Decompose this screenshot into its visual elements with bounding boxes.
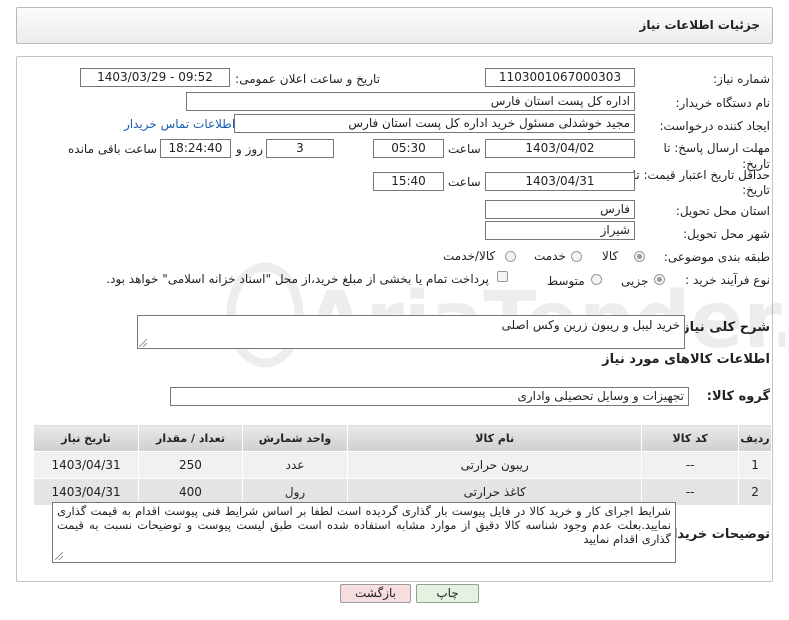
need-number-field[interactable]: 1103001067000303 [485, 68, 635, 87]
announce-datetime-label: تاریخ و ساعت اعلان عمومی: [235, 72, 380, 86]
col-item-code: کد کالا [641, 424, 740, 452]
goods-section-title: اطلاعات کالاهای مورد نیاز [602, 352, 770, 367]
category-radio-goods[interactable] [634, 251, 645, 262]
cell-item-name: ریبون حرارتی [347, 451, 643, 479]
back-button[interactable]: بازگشت [340, 584, 411, 603]
category-option-service: خدمت [534, 249, 566, 263]
col-row-number: ردیف [738, 424, 772, 452]
cell-item-code: -- [641, 451, 740, 479]
cell-quantity: 250 [138, 451, 243, 479]
col-quantity: تعداد / مقدار [138, 424, 243, 452]
buyer-org-label: نام دستگاه خریدار: [675, 96, 771, 110]
page-title: جزئیات اطلاعات نیاز [639, 18, 760, 32]
reply-deadline-time-label: ساعت [448, 142, 481, 156]
print-button[interactable]: چاپ [416, 584, 479, 603]
reply-deadline-date-field[interactable]: 1403/04/02 [485, 139, 635, 158]
table-row: 1 -- ریبون حرارتی عدد 250 1403/04/31 [32, 451, 772, 479]
goods-group-label: گروه کالا: [706, 389, 770, 404]
reply-deadline-label: مهلت ارسال پاسخ: تا [663, 141, 770, 155]
treasury-payment-note: پرداخت تمام یا بخشی از مبلغ خرید،از محل … [106, 272, 489, 286]
col-unit: واحد شمارش [241, 424, 349, 452]
goods-group-field[interactable]: تجهیزات و وسایل تحصیلی واداری [170, 387, 689, 406]
buyer-notes-label: توضیحات خریدار: [660, 527, 770, 542]
price-validity-time-label: ساعت [448, 175, 481, 189]
buyer-contact-link[interactable]: اطلاعات تماس خریدار [124, 117, 235, 131]
price-validity-label-date: تاریخ: [742, 183, 770, 197]
category-option-goods: کالا [602, 249, 619, 263]
page-header: جزئیات اطلاعات نیاز [16, 7, 773, 44]
resize-grip-icon[interactable] [139, 339, 147, 347]
purchase-type-option-minor: جزیی [621, 274, 649, 288]
requester-field[interactable]: مجید خوشدلی مسئول خرید اداره کل پست استا… [234, 114, 635, 133]
delivery-province-label: استان محل تحویل: [675, 204, 770, 218]
cell-need-date: 1403/04/31 [32, 451, 140, 479]
cell-row-number: 2 [738, 478, 772, 506]
purchase-type-radio-medium[interactable] [591, 274, 602, 285]
goods-table: ردیف کد کالا نام کالا واحد شمارش تعداد /… [32, 424, 772, 506]
buyer-notes-textarea[interactable]: شرایط اجرای کار و خرید کالا در فایل پیوس… [52, 502, 676, 563]
delivery-province-field[interactable]: فارس [485, 200, 635, 219]
purchase-type-radio-minor[interactable] [654, 274, 665, 285]
category-label: طبقه بندی موضوعی: [663, 250, 770, 264]
description-textarea[interactable]: خرید لیبل و ریبون زرین وکس اصلی [137, 315, 685, 349]
col-need-date: تاریخ نیاز [32, 424, 140, 452]
need-number-label: شماره نیاز: [713, 72, 770, 86]
announce-datetime-field[interactable]: 1403/03/29 - 09:52 [80, 68, 230, 87]
remaining-time-label: ساعت باقی مانده [68, 142, 158, 156]
category-radio-service[interactable] [571, 251, 582, 262]
description-label: شرح کلی نیاز: [676, 320, 770, 335]
price-validity-label: حداقل تاریخ اعتبار قیمت: تا [632, 168, 770, 182]
reply-days-field[interactable]: 3 [266, 139, 334, 158]
buyer-org-field[interactable]: اداره کل پست استان فارس [186, 92, 635, 111]
treasury-payment-checkbox[interactable] [497, 271, 508, 282]
purchase-type-option-medium: متوسط [547, 274, 585, 288]
reply-days-label: روز و [236, 142, 263, 156]
cell-row-number: 1 [738, 451, 772, 479]
category-radio-goods-service[interactable] [505, 251, 516, 262]
requester-label: ایجاد کننده درخواست: [659, 119, 770, 133]
remaining-time-field[interactable]: 18:24:40 [160, 139, 231, 158]
delivery-city-field[interactable]: شیراز [485, 221, 635, 240]
reply-deadline-time-field[interactable]: 05:30 [373, 139, 444, 158]
price-validity-time-field[interactable]: 15:40 [373, 172, 444, 191]
goods-table-header: ردیف کد کالا نام کالا واحد شمارش تعداد /… [32, 424, 772, 452]
delivery-city-label: شهر محل تحویل: [683, 227, 770, 241]
col-item-name: نام کالا [347, 424, 643, 452]
price-validity-date-field[interactable]: 1403/04/31 [485, 172, 635, 191]
cell-unit: عدد [241, 451, 349, 479]
resize-grip-icon[interactable] [55, 552, 63, 560]
category-option-goods-service: کالا/خدمت [443, 249, 496, 263]
purchase-type-label: نوع فرآیند خرید : [685, 273, 770, 287]
